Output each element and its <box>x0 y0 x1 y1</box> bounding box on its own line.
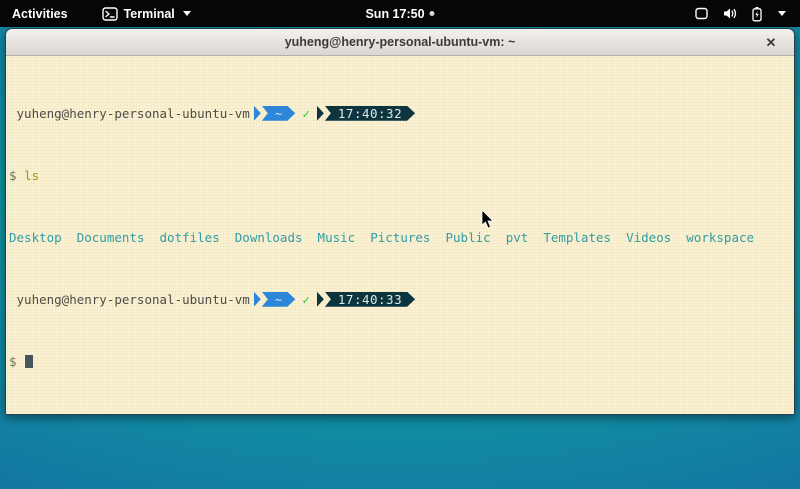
powerline-path-segment: ~ <box>250 292 296 307</box>
powerline-time-segment: 17:40:32 <box>313 106 415 121</box>
chevron-down-icon <box>778 11 786 16</box>
terminal-content[interactable]: yuheng@henry-personal-ubuntu-vm ~ ✓ 17:4… <box>6 56 794 415</box>
status-check-icon: ✓ <box>302 106 310 122</box>
terminal-window: yuheng@henry-personal-ubuntu-vm: ~ ✕ yuh… <box>5 28 795 415</box>
powerline-arrow-icon <box>317 106 324 121</box>
powerline-arrow-icon <box>254 106 261 121</box>
prompt-user-host: yuheng@henry-personal-ubuntu-vm <box>9 292 250 308</box>
input-line[interactable]: $ <box>9 354 792 370</box>
prompt-line: yuheng@henry-personal-ubuntu-vm ~ ✓ 17:4… <box>9 292 792 308</box>
command-line: $ ls <box>9 168 792 184</box>
prompt-timestamp: 17:40:32 <box>325 106 415 121</box>
powerline-time-segment: 17:40:33 <box>313 292 415 307</box>
ls-output-line: Desktop Documents dotfiles Downloads Mus… <box>9 230 792 246</box>
top-bar: Activities Terminal Sun 17:50 <box>0 0 800 27</box>
prompt-user-host: yuheng@henry-personal-ubuntu-vm <box>9 106 250 122</box>
mouse-cursor-icon <box>481 210 495 235</box>
prompt-timestamp: 17:40:33 <box>325 292 415 307</box>
notification-dot-icon <box>430 11 435 16</box>
system-status-area[interactable] <box>680 0 800 27</box>
app-menu-terminal[interactable]: Terminal <box>92 0 201 27</box>
window-titlebar[interactable]: yuheng@henry-personal-ubuntu-vm: ~ ✕ <box>6 29 794 56</box>
directory-list: Desktop Documents dotfiles Downloads Mus… <box>9 230 754 246</box>
powerline-arrow-icon <box>317 292 324 307</box>
prompt-path: ~ <box>262 292 296 307</box>
powerline-arrow-icon <box>254 292 261 307</box>
display-icon <box>694 6 709 21</box>
volume-icon <box>722 6 738 21</box>
app-menu-label: Terminal <box>124 7 175 21</box>
text-cursor <box>25 355 33 368</box>
chevron-down-icon <box>183 11 191 16</box>
status-check-icon: ✓ <box>302 292 310 308</box>
battery-charging-icon <box>751 6 763 22</box>
command-text: ls <box>24 168 39 184</box>
terminal-icon <box>102 7 118 21</box>
close-button[interactable]: ✕ <box>758 29 784 56</box>
prompt-line: yuheng@henry-personal-ubuntu-vm ~ ✓ 17:4… <box>9 106 792 122</box>
clock-label: Sun 17:50 <box>365 7 424 21</box>
prompt-path: ~ <box>262 106 296 121</box>
activities-button[interactable]: Activities <box>0 0 80 27</box>
prompt-symbol: $ <box>9 354 17 370</box>
powerline-path-segment: ~ <box>250 106 296 121</box>
clock-button[interactable]: Sun 17:50 <box>365 0 434 27</box>
prompt-symbol: $ <box>9 168 17 184</box>
window-title: yuheng@henry-personal-ubuntu-vm: ~ <box>285 35 516 49</box>
